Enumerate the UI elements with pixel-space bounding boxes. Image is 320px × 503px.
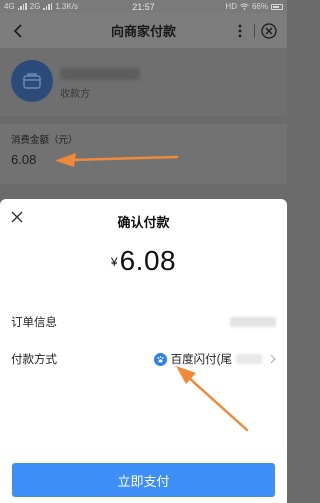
nav-header: 向商家付款 xyxy=(0,13,287,48)
back-button[interactable] xyxy=(0,13,36,48)
sheet-title: 确认付款 xyxy=(117,215,170,230)
chevron-left-icon xyxy=(13,23,22,38)
currency-symbol: ¥ xyxy=(110,255,118,269)
baidu-paw-icon xyxy=(153,352,167,366)
merchant-info: 收款方 xyxy=(0,48,287,116)
pay-now-button[interactable]: 立即支付 xyxy=(12,463,275,497)
order-info-row[interactable]: 订单信息 xyxy=(0,305,287,339)
close-circle-icon xyxy=(261,22,277,39)
payment-method-label: 付款方式 xyxy=(11,354,57,366)
header-divider xyxy=(254,23,255,38)
header-actions xyxy=(228,20,281,42)
more-vertical-icon xyxy=(238,24,242,37)
amount-label: 消费金额（元） xyxy=(11,135,78,146)
status-time: 21:57 xyxy=(132,1,155,12)
payment-method-text: 百度闪付(尾 xyxy=(170,354,232,366)
merchant-avatar xyxy=(11,60,53,102)
chevron-right-icon xyxy=(270,354,276,364)
pay-amount-value: 6.08 xyxy=(119,245,177,276)
amount-value: 6.08 xyxy=(11,152,37,167)
order-info-redacted xyxy=(230,317,276,327)
card-tail-redacted xyxy=(236,354,262,364)
confirm-payment-sheet: 确认付款 ¥6.08 订单信息 付款方式 百度闪付(尾 立即支付 xyxy=(0,199,287,503)
merchant-role: 收款方 xyxy=(60,89,90,100)
payment-method-row[interactable]: 付款方式 百度闪付(尾 xyxy=(0,342,287,376)
order-info-label: 订单信息 xyxy=(11,317,57,329)
more-button[interactable] xyxy=(228,20,252,42)
store-icon xyxy=(23,73,41,89)
battery-icon xyxy=(271,3,283,10)
status-bar: 4G 2G 1.3K/s 21:57 HD 66% xyxy=(0,0,287,13)
close-button[interactable] xyxy=(257,20,281,42)
pay-amount: ¥6.08 xyxy=(0,245,287,277)
merchant-name-redacted xyxy=(60,68,140,80)
payment-method-value: 百度闪付(尾 xyxy=(153,351,276,367)
amount-block: 消费金额（元） 6.08 xyxy=(0,124,287,184)
